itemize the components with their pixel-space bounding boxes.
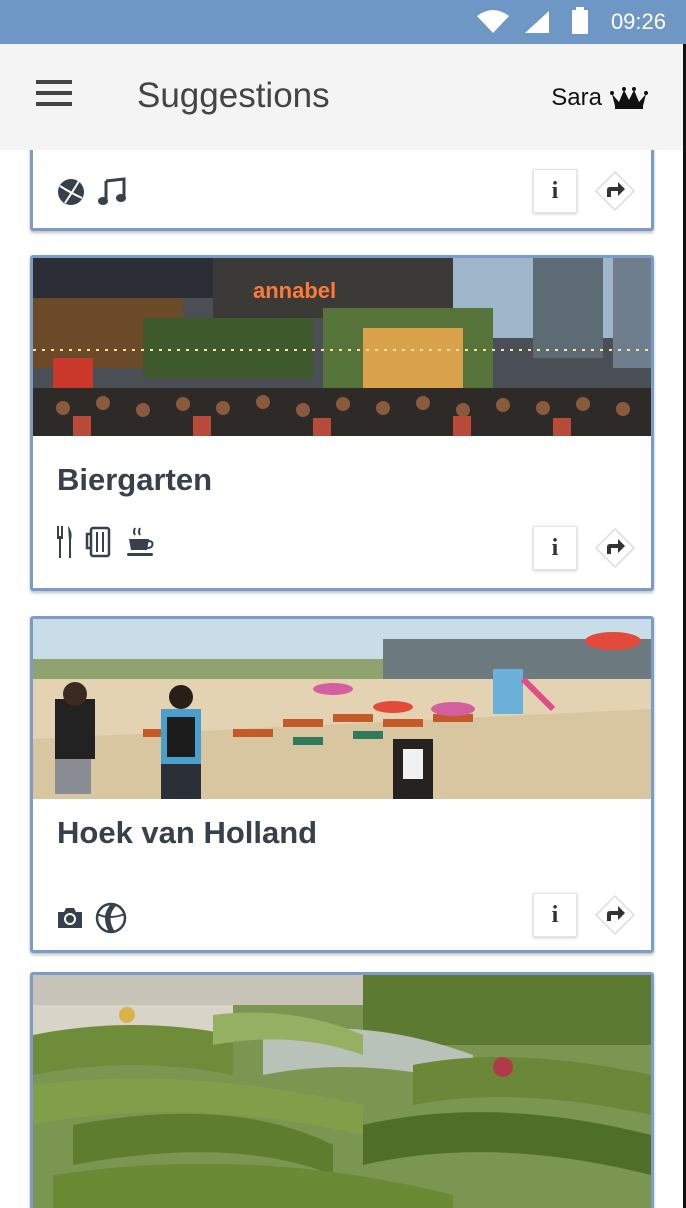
coffee-cup-icon [127, 527, 154, 556]
user-profile-button[interactable]: Sara [551, 84, 648, 112]
suggestion-card[interactable] [30, 972, 654, 1208]
info-button[interactable]: i [533, 169, 577, 213]
beach-ball-icon [95, 902, 127, 934]
directions-button[interactable] [593, 893, 637, 937]
card-category-icons [55, 902, 127, 934]
card-category-icons [55, 177, 129, 207]
card-photo: annabel [33, 258, 651, 436]
suggestion-card[interactable]: annabel Biergarten i [30, 255, 654, 591]
page-title: Suggestions [137, 76, 330, 115]
svg-text:annabel: annabel [253, 278, 336, 303]
card-title: Biergarten [57, 462, 213, 497]
menu-button[interactable] [36, 80, 72, 110]
camera-icon [58, 908, 82, 928]
app-bar: Suggestions Sara [0, 44, 686, 150]
ball-icon [58, 179, 84, 205]
suggestion-card[interactable]: Hoek van Holland i [30, 616, 654, 953]
signal-icon [525, 11, 549, 33]
user-name: Sara [551, 84, 602, 111]
card-title: Hoek van Holland [57, 815, 318, 850]
info-button[interactable]: i [533, 893, 577, 937]
status-time: 09:26 [610, 9, 666, 34]
wifi-icon [477, 10, 509, 33]
menu-icon [36, 80, 72, 84]
crown-icon [610, 87, 648, 109]
battery-icon [572, 7, 588, 34]
beer-mug-icon [85, 526, 111, 558]
status-bar: 09:26 [0, 0, 686, 44]
suggestion-list[interactable]: i annabel Biergarten i Hoek van Holland … [0, 150, 683, 1208]
directions-button[interactable] [593, 169, 637, 213]
fork-knife-icon [57, 526, 72, 558]
card-photo [33, 975, 651, 1208]
suggestion-card[interactable]: i [30, 150, 654, 231]
card-category-icons [55, 526, 157, 558]
card-photo [33, 619, 651, 799]
directions-button[interactable] [593, 526, 637, 570]
info-button[interactable]: i [533, 526, 577, 570]
music-note-icon [98, 177, 126, 205]
